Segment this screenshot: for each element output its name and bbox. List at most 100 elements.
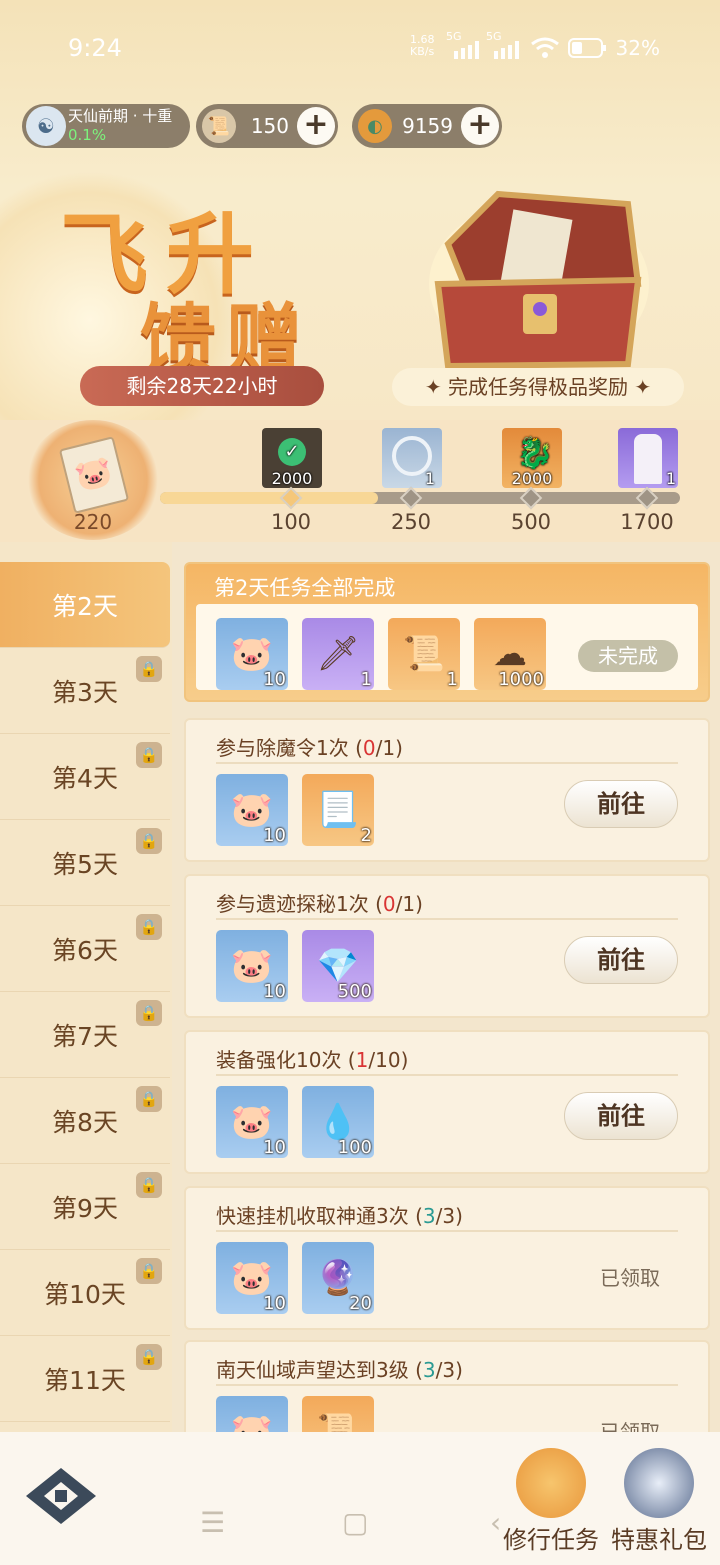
lock-icon: 🔒 — [136, 1172, 162, 1198]
task-name-text: 快速挂机收取神通3次 — [216, 1204, 409, 1228]
spirit-orb-icon: ◐ — [358, 109, 392, 143]
progress-fill — [160, 492, 379, 504]
reward-item[interactable]: 🔮 20 — [302, 1242, 374, 1314]
day-tab-8[interactable]: 第8天 🔒 — [0, 1078, 170, 1164]
reward-count: 1 — [446, 669, 458, 690]
reward-count: 1 — [360, 669, 372, 690]
task-progress-total: 3 — [442, 1204, 456, 1228]
milestone-reward-2[interactable]: 1 — [382, 428, 442, 488]
reward-count: 2 — [360, 825, 372, 846]
day-tab-2[interactable]: 第2天 — [0, 562, 170, 648]
tab-cultivation-tasks[interactable]: 修行任务 — [496, 1448, 606, 1555]
go-button[interactable]: 前往 — [564, 1092, 678, 1140]
rank-title: 天仙前期 · 十重 — [68, 107, 173, 125]
reward-item[interactable]: 📃 2 — [302, 774, 374, 846]
reward-item[interactable]: 📜 1 — [388, 618, 460, 690]
milestone-reward-3[interactable]: 🐉 2000 — [502, 428, 562, 488]
all-complete-title: 第2天任务全部完成 — [214, 576, 396, 600]
player-rank-pill[interactable]: ☯ 天仙前期 · 十重 0.1% — [22, 104, 190, 148]
reward-item[interactable]: 🐷 10 — [216, 930, 288, 1002]
reward-count: 20 — [349, 1293, 372, 1314]
robe-costume-icon — [634, 434, 662, 484]
day-tab-9[interactable]: 第9天 🔒 — [0, 1164, 170, 1250]
add-scroll-button[interactable]: + — [297, 107, 335, 145]
go-button[interactable]: 前往 — [564, 936, 678, 984]
reward-item[interactable]: 🐷 10 — [216, 1086, 288, 1158]
reward-count: 10 — [263, 669, 286, 690]
task-name: 参与遗迹探秘1次 (0/1) — [216, 892, 423, 916]
day-tab-3[interactable]: 第3天 🔒 — [0, 648, 170, 734]
milestone-label: 100 — [270, 510, 312, 534]
task-name-text: 参与除魔令1次 — [216, 736, 349, 760]
system-nav: ☰ ▢ ‹ — [200, 1506, 530, 1546]
points-value: 220 — [73, 510, 113, 534]
recent-apps-icon[interactable]: ☰ — [200, 1506, 225, 1539]
reward-tip-text: 完成任务得极品奖励 — [448, 375, 628, 399]
day-label: 第6天 — [52, 935, 118, 965]
day-tab-11[interactable]: 第11天 🔒 — [0, 1336, 170, 1422]
reward-count: 1 — [665, 469, 677, 488]
gift-bag-icon — [624, 1448, 694, 1518]
lock-icon: 🔒 — [136, 914, 162, 940]
tab-special-gifts[interactable]: 特惠礼包 — [604, 1448, 714, 1555]
rank-progress: 0.1% — [68, 126, 107, 144]
currency-value: 150 — [250, 114, 289, 138]
task-name-text: 装备强化10次 — [216, 1048, 342, 1072]
currency-spirit: ◐ 9159 + — [352, 104, 502, 148]
net-speed: 1.68 KB/s — [410, 33, 435, 58]
home-icon[interactable]: ▢ — [342, 1506, 368, 1539]
add-spirit-button[interactable]: + — [461, 107, 499, 145]
day-label: 第3天 — [52, 677, 118, 707]
reward-count: 2000 — [271, 469, 313, 488]
reward-item[interactable]: 🐷 10 — [216, 618, 288, 690]
reward-item[interactable]: 💎 500 — [302, 930, 374, 1002]
task-scroll-icon — [516, 1448, 586, 1518]
milestone-reward-1[interactable]: ✓ 2000 — [262, 428, 322, 488]
reward-count: 100 — [337, 1137, 372, 1158]
day-tab-7[interactable]: 第7天 🔒 — [0, 992, 170, 1078]
task-progress-total: 3 — [442, 1358, 456, 1382]
task-card: 参与除魔令1次 (0/1) 🐷 10 📃 2 前往 — [184, 718, 710, 862]
day-tab-10[interactable]: 第10天 🔒 — [0, 1250, 170, 1336]
signal-bars-icon — [492, 40, 522, 59]
day-tab-6[interactable]: 第6天 🔒 — [0, 906, 170, 992]
milestone-label: 250 — [390, 510, 432, 534]
silver-ring-icon — [392, 436, 432, 476]
day-label: 第10天 — [44, 1279, 126, 1309]
check-coin-icon: ✓ — [278, 438, 306, 466]
task-progress-done: 3 — [422, 1358, 436, 1382]
lock-icon: 🔒 — [136, 1086, 162, 1112]
wifi-icon — [530, 36, 560, 60]
menu-logo-icon[interactable] — [24, 1466, 98, 1526]
reward-count: 2000 — [511, 469, 553, 488]
task-progress-total: 1 — [382, 736, 396, 760]
reward-item[interactable]: ☁ 1000 — [474, 618, 546, 690]
day-tab-4[interactable]: 第4天 🔒 — [0, 734, 170, 820]
milestone-reward-4[interactable]: 1 — [618, 428, 678, 488]
day-label: 第11天 — [44, 1365, 126, 1395]
task-name-text: 南天仙域声望达到3级 — [216, 1358, 409, 1382]
day-tab-5[interactable]: 第5天 🔒 — [0, 820, 170, 906]
task-name: 参与除魔令1次 (0/1) — [216, 736, 403, 760]
day-label: 第9天 — [52, 1193, 118, 1223]
battery-icon — [568, 38, 608, 58]
incomplete-badge: 未完成 — [578, 640, 678, 672]
reward-item[interactable]: 🗡 1 — [302, 618, 374, 690]
all-complete-card: 第2天任务全部完成 🐷 10 🗡 1 📜 1 ☁ 1000 未完成 — [184, 562, 710, 702]
reward-item[interactable]: 🐷 10 — [216, 1242, 288, 1314]
go-button[interactable]: 前往 — [564, 780, 678, 828]
milestone-label: 1700 — [620, 510, 674, 534]
day-sidebar: 第2天 第3天 🔒 第4天 🔒 第5天 🔒 第6天 🔒 第7天 🔒 第8天 🔒 第9天 🔒 第… — [0, 542, 172, 1442]
treasure-chest-icon[interactable] — [428, 184, 650, 370]
lock-icon: 🔒 — [136, 1344, 162, 1370]
reward-item[interactable]: 🐷 10 — [216, 774, 288, 846]
lock-icon: 🔒 — [136, 1000, 162, 1026]
status-bar: 9:24 1.68 KB/s 5G 5G 32% — [0, 0, 720, 96]
tab-label: 修行任务 — [503, 1526, 599, 1554]
lock-icon: 🔒 — [136, 828, 162, 854]
currency-scroll: 📜 150 + — [196, 104, 338, 148]
jade-dragon-icon: 🐉 — [516, 436, 554, 471]
task-name: 南天仙域声望达到3级 (3/3) — [216, 1358, 463, 1382]
reward-item[interactable]: 💧 100 — [302, 1086, 374, 1158]
points-medal: 🐷 220 — [26, 420, 160, 540]
